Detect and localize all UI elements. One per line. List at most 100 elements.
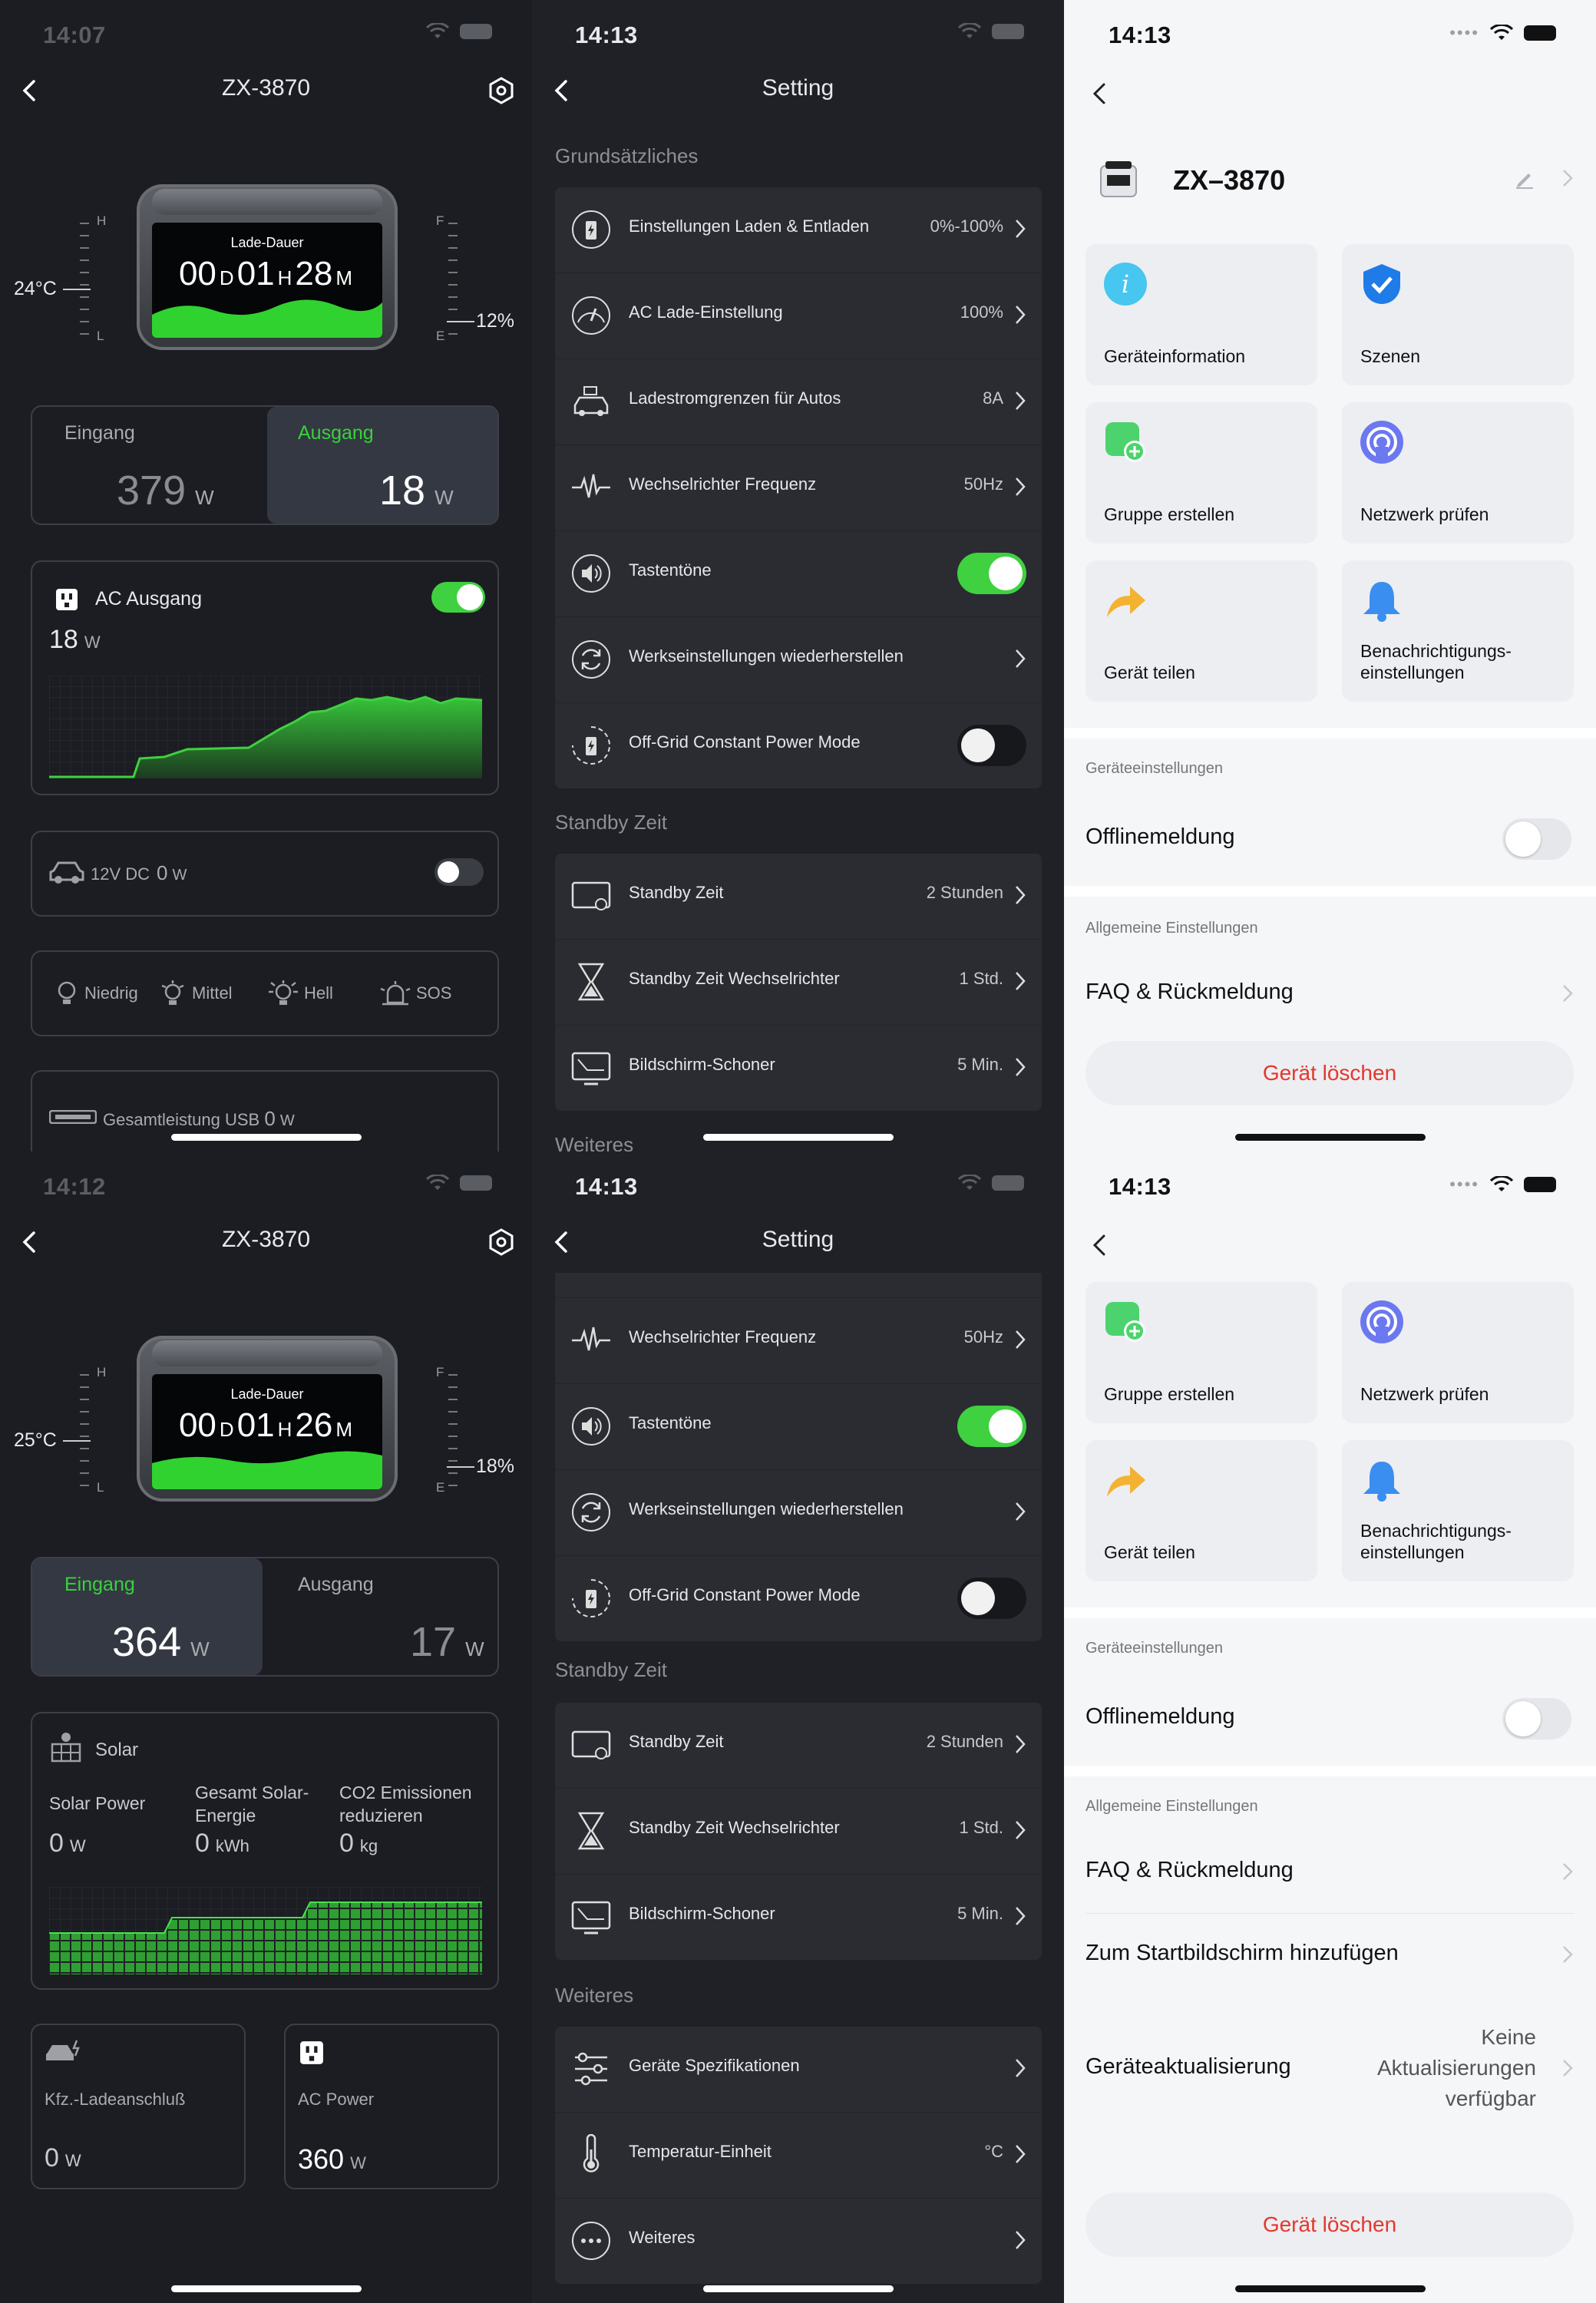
- thermometer-icon: [583, 2134, 600, 2172]
- offline-toggle[interactable]: [1502, 818, 1571, 860]
- more-dots-icon: [572, 2222, 610, 2260]
- standby-device-icon: [571, 881, 611, 910]
- delete-device-button[interactable]: Gerät löschen: [1085, 1041, 1574, 1105]
- ac-output-value: 18 W: [49, 625, 101, 654]
- info-icon: i: [1104, 263, 1147, 306]
- input-output-card: Eingang 364 W Ausgang 17 W: [31, 1557, 499, 1677]
- row-screensaver[interactable]: Bildschirm-Schoner 5 Min.: [555, 1026, 1042, 1111]
- row-more[interactable]: Weiteres: [555, 2199, 1042, 2284]
- battery-indicator-line: [447, 1466, 474, 1468]
- bulb-bright-icon: [269, 980, 298, 1005]
- create-group-icon: [1105, 1302, 1145, 1342]
- settings-gear-icon[interactable]: [486, 1227, 517, 1257]
- car-charger-label: Kfz.-Ladeanschluß: [45, 2090, 186, 2109]
- input-tab[interactable]: Eingang 364 W: [32, 1558, 263, 1675]
- dc-output-card: 12V DC 0W: [31, 831, 499, 917]
- basic-settings-group-partial: Wechselrichter Frequenz 50Hz Tastentöne W…: [555, 1273, 1042, 1641]
- input-output-card: Eingang 379 W Ausgang 18 W: [31, 405, 499, 525]
- input-tab[interactable]: Eingang 379 W: [32, 407, 263, 524]
- battery-icon: [460, 1175, 492, 1191]
- row-temperature-unit[interactable]: Temperatur-Einheit °C: [555, 2113, 1042, 2199]
- tile-check-network[interactable]: Netzwerk prüfen: [1342, 1282, 1574, 1423]
- light-sos-option[interactable]: SOS: [379, 980, 451, 1007]
- bell-icon: [1363, 582, 1400, 622]
- tile-scenes[interactable]: Szenen: [1342, 244, 1574, 385]
- device-header[interactable]: ZX–3870: [1064, 134, 1596, 226]
- co2-label: CO2 Emissionen reduzieren: [339, 1783, 472, 1826]
- row-screensaver[interactable]: Bildschirm-Schoner 5 Min.: [555, 1875, 1042, 1960]
- share-arrow-icon: [1107, 586, 1145, 617]
- dc-output-toggle[interactable]: [435, 858, 484, 886]
- row-faq[interactable]: FAQ & Rückmeldung: [1085, 1858, 1575, 1883]
- key-sounds-toggle[interactable]: [957, 553, 1026, 594]
- home-indicator: [170, 2285, 362, 2292]
- chevron-right-icon: [1563, 985, 1573, 1002]
- tile-create-group[interactable]: Gruppe erstellen: [1085, 1282, 1317, 1423]
- output-tab[interactable]: Ausgang 18 W: [267, 407, 497, 524]
- back-icon[interactable]: [1087, 1231, 1115, 1259]
- row-standby-time[interactable]: Standby Zeit 2 Stunden: [555, 1703, 1042, 1789]
- tile-share-device[interactable]: Gerät teilen: [1085, 1440, 1317, 1581]
- light-bright-option[interactable]: Hell: [267, 980, 333, 1007]
- screen-device-menu-bottom: 14:13 •••• Gruppe erstellen Netzwerk prü…: [1064, 1152, 1596, 2303]
- back-icon[interactable]: [1087, 80, 1115, 107]
- row-factory-reset[interactable]: Werkseinstellungen wiederherstellen: [555, 617, 1042, 703]
- row-inverter-frequency[interactable]: Wechselrichter Frequenz 50Hz: [555, 1298, 1042, 1384]
- page-title: ZX-3870: [221, 75, 311, 101]
- header: Setting: [532, 71, 1064, 111]
- output-tab[interactable]: Ausgang 17 W: [267, 1558, 497, 1675]
- header: ZX-3870: [0, 1222, 532, 1262]
- tile-notifications[interactable]: Benachrichtigungs-einstellungen: [1342, 1440, 1574, 1581]
- chevron-right-icon: [1016, 2231, 1026, 2249]
- settings-gear-icon[interactable]: [486, 75, 517, 106]
- input-value: 364 W: [112, 1619, 210, 1665]
- wifi-icon: [958, 1175, 981, 1191]
- chevron-right-icon: [1563, 2060, 1573, 2077]
- screen-device-menu-top: 14:13 •••• ZX–3870 i Geräteinformation S…: [1064, 0, 1596, 1152]
- standby-device-icon: [571, 1730, 611, 1759]
- offline-toggle[interactable]: [1502, 1698, 1571, 1740]
- car-charger-card: Kfz.-Ladeanschluß 0W: [31, 2024, 246, 2189]
- row-ac-charge[interactable]: AC Lade-Einstellung 100%: [555, 273, 1042, 359]
- edit-pencil-icon[interactable]: [1515, 169, 1535, 189]
- tile-check-network[interactable]: Netzwerk prüfen: [1342, 402, 1574, 544]
- row-device-specs[interactable]: Geräte Spezifikationen: [555, 2027, 1042, 2113]
- light-mode-card: Niedrig Mittel Hell SOS: [31, 950, 499, 1036]
- light-mid-option[interactable]: Mittel: [160, 980, 233, 1007]
- share-arrow-icon: [1107, 1466, 1145, 1497]
- tile-device-info[interactable]: i Geräteinformation: [1085, 244, 1317, 385]
- row-inverter-frequency[interactable]: Wechselrichter Frequenz 50Hz: [555, 445, 1042, 531]
- chevron-right-icon: [1016, 1907, 1026, 1925]
- row-offgrid-mode: Off-Grid Constant Power Mode: [555, 1556, 1042, 1641]
- gauge-icon: [572, 296, 610, 335]
- gauge-low-label: L: [97, 329, 104, 343]
- sos-light-icon: [380, 981, 411, 1006]
- bulb-rays-icon: [161, 980, 184, 1005]
- gauge-empty-label: E: [436, 1480, 445, 1495]
- row-car-limit[interactable]: Ladestromgrenzen für Autos 8A: [555, 359, 1042, 445]
- tile-notifications[interactable]: Benachrichtigungs-einstellungen: [1342, 560, 1574, 702]
- row-inverter-standby[interactable]: Standby Zeit Wechselrichter 1 Std.: [555, 940, 1042, 1026]
- row-key-sounds: Tastentöne: [555, 1384, 1042, 1470]
- section-device-settings: Geräteeinstellungen: [1085, 760, 1224, 777]
- delete-device-button[interactable]: Gerät löschen: [1085, 2192, 1574, 2257]
- gauge-high-label: H: [97, 213, 107, 228]
- row-charge-settings[interactable]: Einstellungen Laden & Entladen 0%-100%: [555, 187, 1042, 273]
- row-faq[interactable]: FAQ & Rückmeldung: [1085, 980, 1575, 1005]
- status-time: 14:13: [1109, 21, 1171, 48]
- tile-share-device[interactable]: Gerät teilen: [1085, 560, 1317, 702]
- key-sounds-toggle[interactable]: [957, 1406, 1026, 1447]
- row-add-homescreen[interactable]: Zum Startbildschirm hinzufügen: [1085, 1941, 1575, 1966]
- row-standby-time[interactable]: Standby Zeit 2 Stunden: [555, 854, 1042, 940]
- row-factory-reset[interactable]: Werkseinstellungen wiederherstellen: [555, 1470, 1042, 1556]
- row-offline-notice: Offlinemeldung: [1085, 824, 1235, 849]
- offgrid-toggle[interactable]: [957, 725, 1026, 766]
- tile-create-group[interactable]: Gruppe erstellen: [1085, 402, 1317, 544]
- sliders-icon: [575, 2052, 607, 2086]
- chevron-right-icon: [1016, 1821, 1026, 1839]
- battery-gauge: [448, 223, 464, 345]
- offgrid-toggle[interactable]: [957, 1578, 1026, 1619]
- light-low-option[interactable]: Niedrig: [55, 980, 138, 1007]
- row-inverter-standby[interactable]: Standby Zeit Wechselrichter 1 Std.: [555, 1789, 1042, 1875]
- ac-output-toggle[interactable]: [431, 582, 485, 613]
